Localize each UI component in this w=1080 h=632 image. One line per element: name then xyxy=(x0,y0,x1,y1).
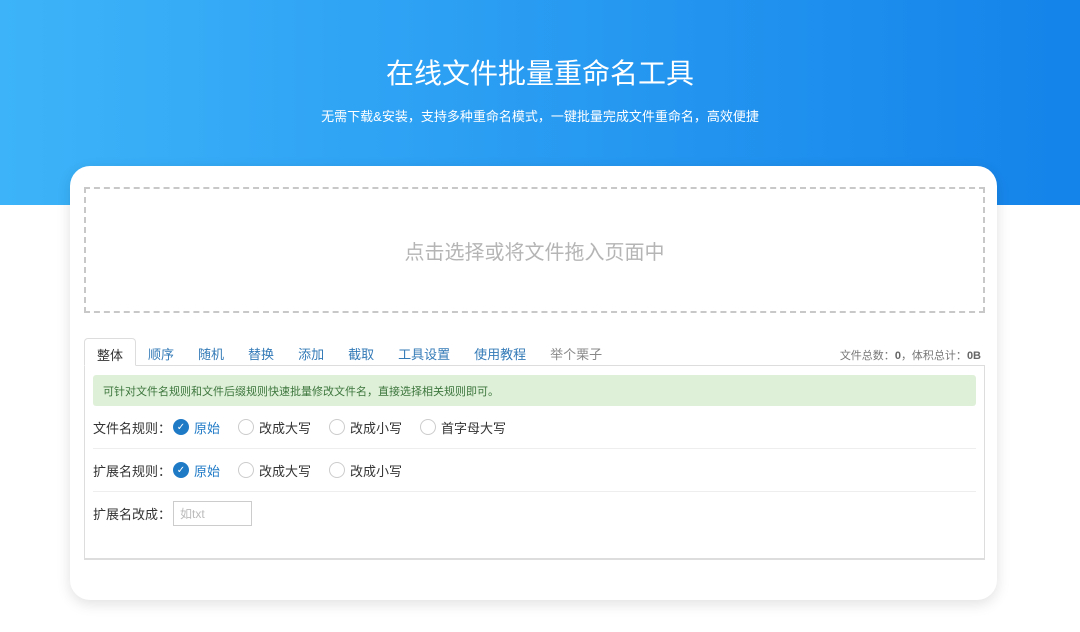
info-alert: 可针对文件名规则和文件后缀规则快速批量修改文件名，直接选择相关规则即可。 xyxy=(93,375,976,406)
tab-settings[interactable]: 工具设置 xyxy=(386,338,462,366)
size-label: ，体积总计： xyxy=(901,350,967,362)
main-card: 点击选择或将文件拖入页面中 整体 顺序 随机 替换 添加 截取 工具设置 使用教… xyxy=(70,166,997,600)
radio-icon xyxy=(238,462,254,478)
page-title: 在线文件批量重命名工具 xyxy=(0,52,1080,92)
ext-radio-original[interactable]: ✓ 原始 xyxy=(173,461,220,480)
option-label: 改成小写 xyxy=(350,461,402,480)
tab-truncate[interactable]: 截取 xyxy=(336,338,386,366)
tab-add[interactable]: 添加 xyxy=(286,338,336,366)
tab-panel: 可针对文件名规则和文件后缀规则快速批量修改文件名，直接选择相关规则即可。 文件名… xyxy=(84,365,985,560)
ext-radio-lower[interactable]: 改成小写 xyxy=(329,461,402,480)
ext-rule-label: 扩展名规则： xyxy=(93,461,173,480)
filename-radio-lower[interactable]: 改成小写 xyxy=(329,418,402,437)
tab-tutorial[interactable]: 使用教程 xyxy=(462,338,538,366)
filename-rule-label: 文件名规则： xyxy=(93,418,173,437)
count-label: 文件总数： xyxy=(840,350,895,362)
ext-radio-upper[interactable]: 改成大写 xyxy=(238,461,311,480)
tab-example[interactable]: 举个栗子 xyxy=(538,338,614,366)
ext-rule-row: 扩展名规则： ✓ 原始 改成大写 改成小写 xyxy=(93,449,976,492)
total-size: 0B xyxy=(967,350,981,362)
option-label: 首字母大写 xyxy=(441,418,506,437)
radio-icon xyxy=(420,419,436,435)
filename-radio-original[interactable]: ✓ 原始 xyxy=(173,418,220,437)
check-icon: ✓ xyxy=(173,462,189,478)
option-label: 原始 xyxy=(194,461,220,480)
option-label: 改成大写 xyxy=(259,418,311,437)
ext-change-label: 扩展名改成： xyxy=(93,504,173,523)
ext-change-input[interactable] xyxy=(173,501,252,526)
radio-icon xyxy=(238,419,254,435)
tab-overall[interactable]: 整体 xyxy=(84,338,136,366)
radio-icon xyxy=(329,419,345,435)
filename-radio-capitalize[interactable]: 首字母大写 xyxy=(420,418,506,437)
option-label: 改成小写 xyxy=(350,418,402,437)
file-dropzone[interactable]: 点击选择或将文件拖入页面中 xyxy=(84,187,985,313)
tab-sequence[interactable]: 顺序 xyxy=(136,338,186,366)
radio-icon xyxy=(329,462,345,478)
tab-random[interactable]: 随机 xyxy=(186,338,236,366)
ext-change-row: 扩展名改成： xyxy=(93,492,976,535)
option-label: 原始 xyxy=(194,418,220,437)
tab-replace[interactable]: 替换 xyxy=(236,338,286,366)
check-icon: ✓ xyxy=(173,419,189,435)
page-subtitle: 无需下载&安装，支持多种重命名模式，一键批量完成文件重命名，高效便捷 xyxy=(0,106,1080,125)
option-label: 改成大写 xyxy=(259,461,311,480)
filename-rule-row: 文件名规则： ✓ 原始 改成大写 改成小写 首字母大写 xyxy=(93,406,976,449)
filename-radio-upper[interactable]: 改成大写 xyxy=(238,418,311,437)
file-stats: 文件总数：0，体积总计：0B xyxy=(840,347,981,363)
